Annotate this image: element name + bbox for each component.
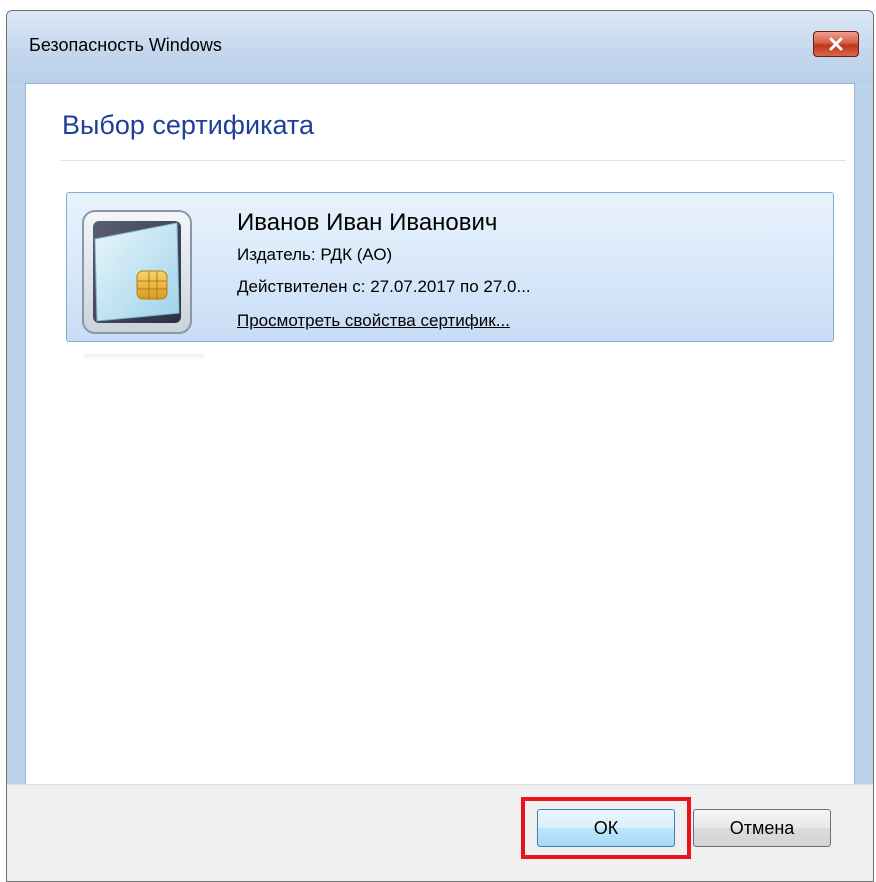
- title-bar[interactable]: Безопасность Windows: [7, 11, 873, 83]
- security-dialog-window: Безопасность Windows Выбор сертификата И…: [6, 10, 874, 882]
- heading-divider: [60, 160, 846, 161]
- window-title: Безопасность Windows: [29, 35, 222, 55]
- dialog-footer: ОК Отмена: [7, 784, 873, 881]
- certificate-issuer: Издатель: РДК (АО): [237, 245, 393, 264]
- cancel-button[interactable]: Отмена: [693, 809, 831, 847]
- certificate-name: Иванов Иван Иванович: [237, 209, 498, 236]
- close-icon: [829, 37, 843, 51]
- view-certificate-properties-link[interactable]: Просмотреть свойства сертифик...: [237, 311, 510, 331]
- dialog-heading: Выбор сертификата: [62, 110, 315, 140]
- ok-button[interactable]: ОК: [537, 809, 675, 847]
- certificate-validity: Действителен с: 27.07.2017 по 27.0...: [237, 277, 531, 296]
- smart-card-icon: [82, 210, 192, 334]
- certificate-reflection: [84, 354, 204, 360]
- close-button[interactable]: [813, 31, 859, 57]
- certificate-tile[interactable]: Иванов Иван Иванович Издатель: РДК (АО) …: [66, 192, 834, 342]
- dialog-content: Выбор сертификата Иванов Иван Иванович И…: [25, 83, 855, 867]
